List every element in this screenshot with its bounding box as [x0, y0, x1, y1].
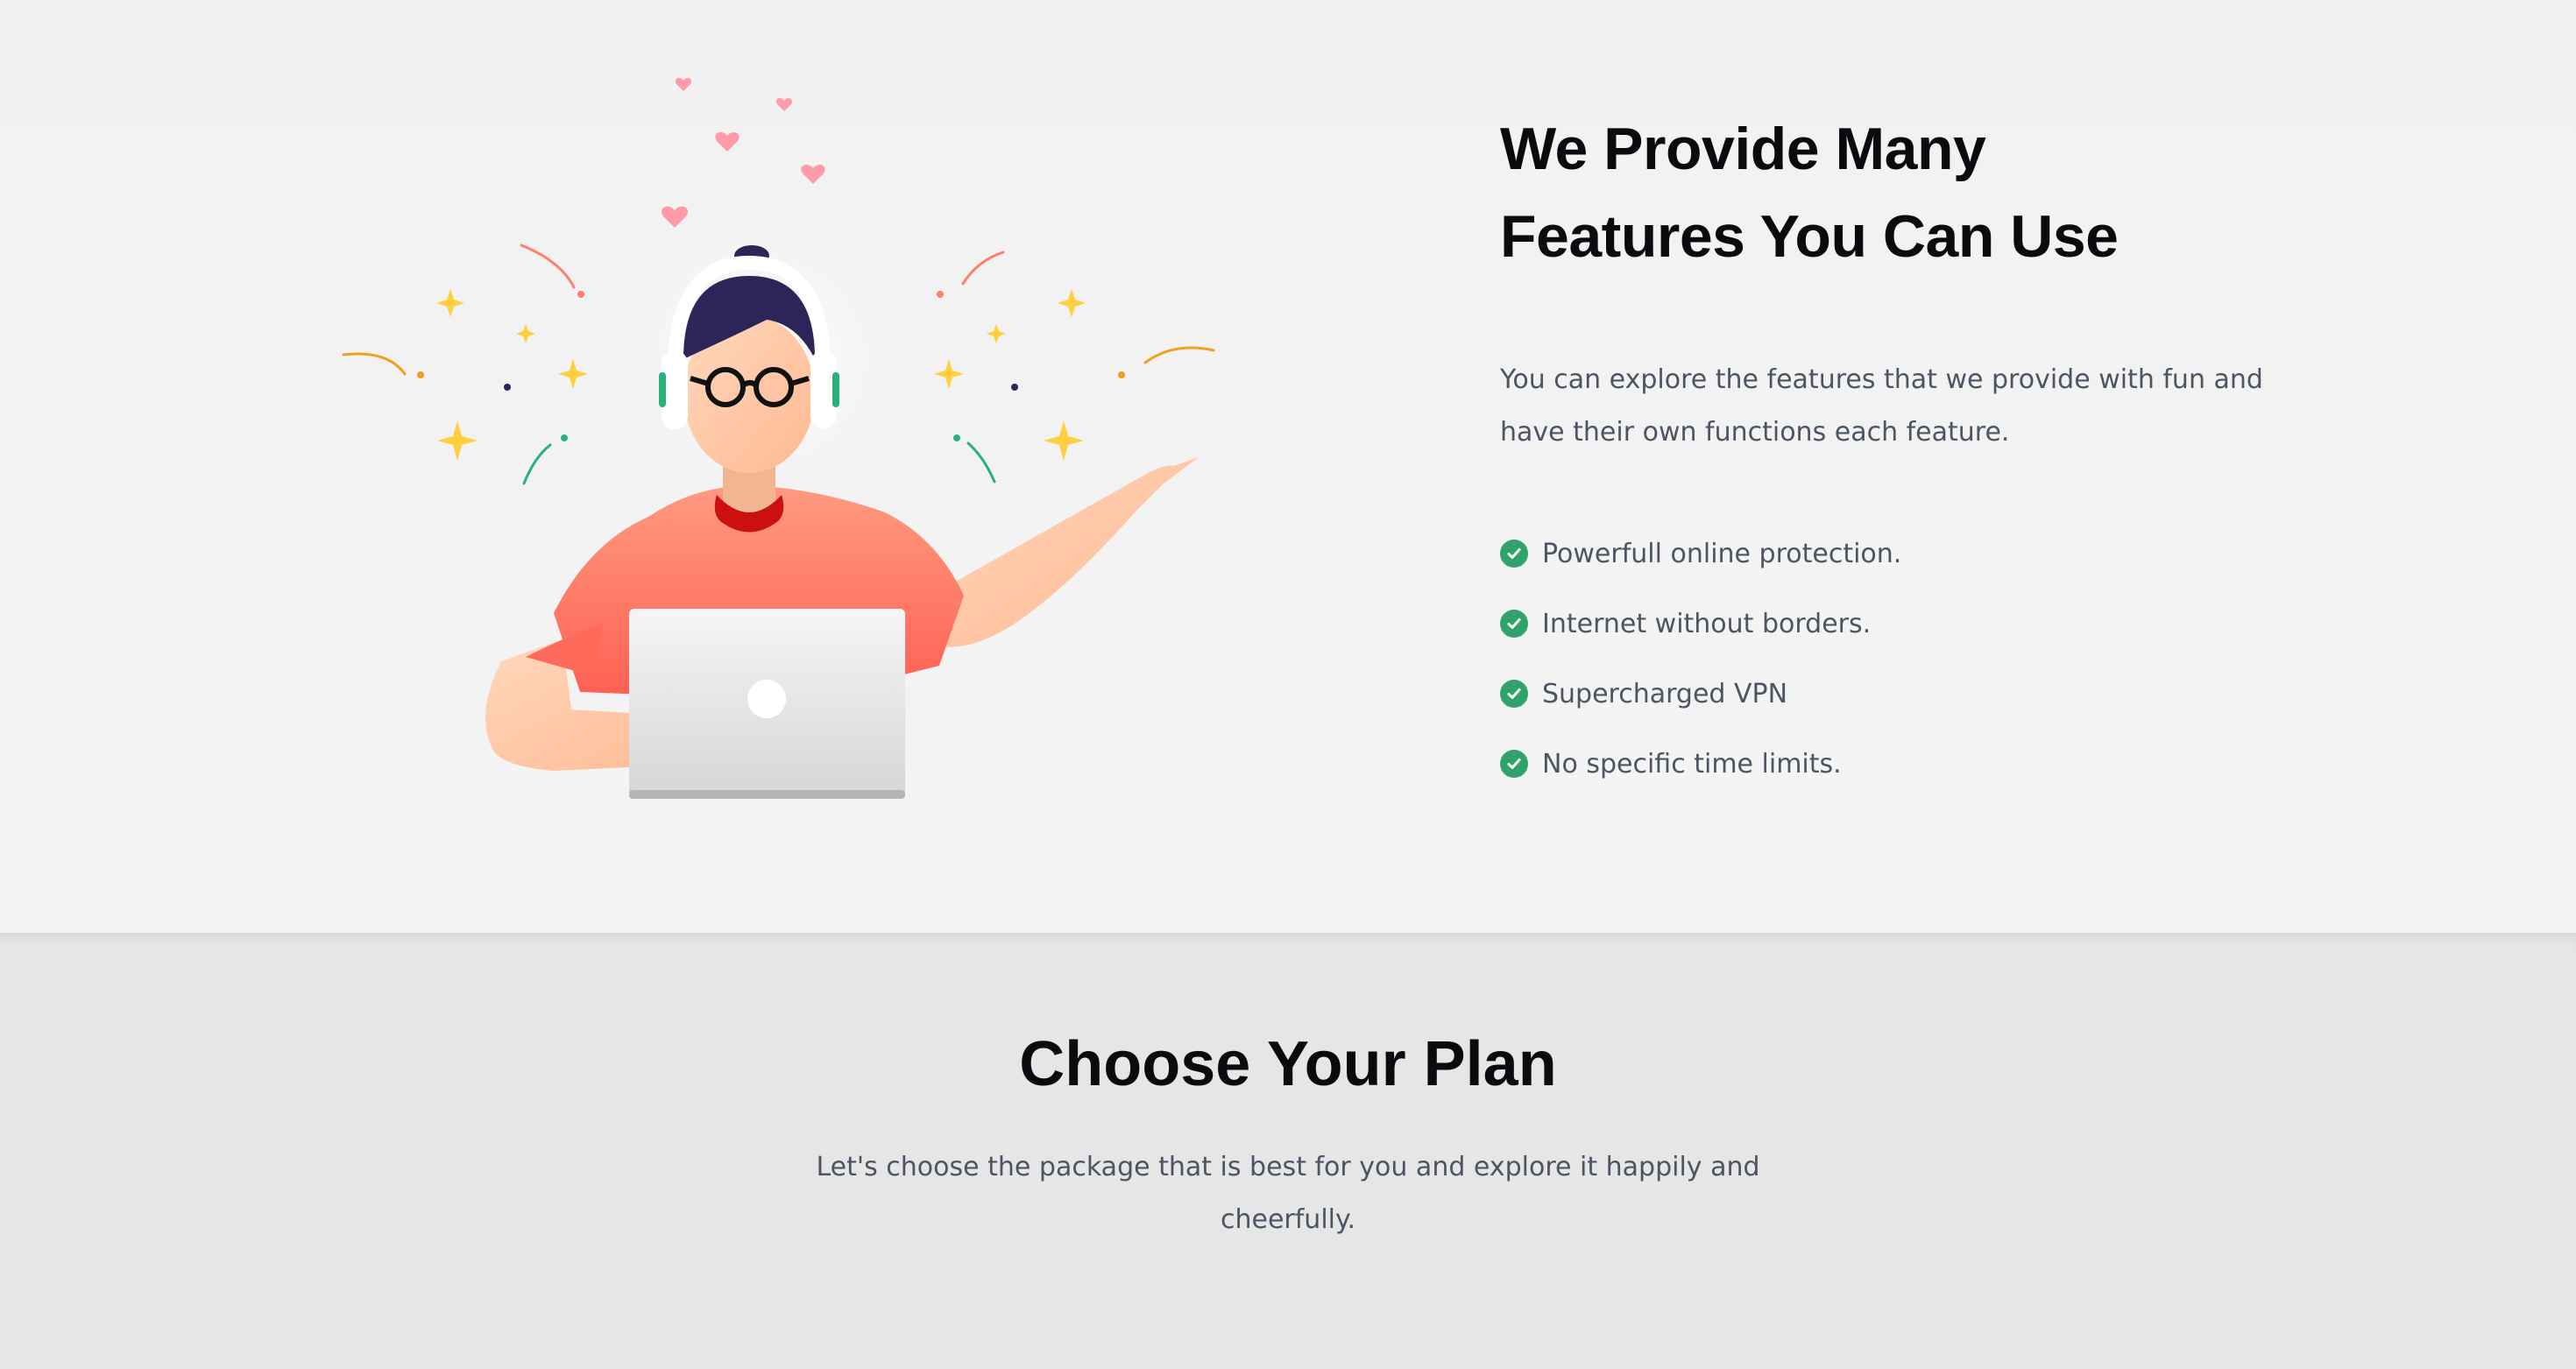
features-section: We Provide Many Features You Can Use You…: [0, 0, 2576, 933]
heart-icon: [661, 78, 825, 228]
plan-title: Choose Your Plan: [1019, 1029, 1557, 1099]
features-description: You can explore the features that we pro…: [1500, 364, 2263, 448]
person-laptop-illustration: [333, 61, 1253, 815]
check-circle-icon: [1500, 610, 1528, 638]
pricing-plan-section: Choose Your Plan Let's choose the packag…: [0, 933, 2576, 1369]
features-title-line1: We Provide Many: [1500, 116, 1986, 182]
features-title: We Provide Many Features You Can Use: [1500, 105, 2289, 280]
feature-item: Supercharged VPN: [1500, 659, 2289, 729]
check-circle-icon: [1500, 750, 1528, 778]
feature-item: Internet without borders.: [1500, 589, 2289, 659]
feature-item: No specific time limits.: [1500, 729, 2289, 799]
plan-description: Let's choose the package that is best fo…: [816, 1152, 1760, 1235]
feature-list: Powerfull online protection. Internet wi…: [1500, 519, 2289, 799]
check-circle-icon: [1500, 680, 1528, 708]
features-text-block: We Provide Many Features You Can Use You…: [1500, 105, 2289, 799]
feature-item: Powerfull online protection.: [1500, 519, 2289, 589]
check-circle-icon: [1500, 540, 1528, 568]
features-title-line2: Features You Can Use: [1500, 203, 2119, 270]
feature-label: No specific time limits.: [1542, 748, 1842, 780]
feature-label: Powerfull online protection.: [1542, 538, 1902, 569]
feature-label: Supercharged VPN: [1542, 678, 1788, 709]
feature-label: Internet without borders.: [1542, 608, 1872, 639]
